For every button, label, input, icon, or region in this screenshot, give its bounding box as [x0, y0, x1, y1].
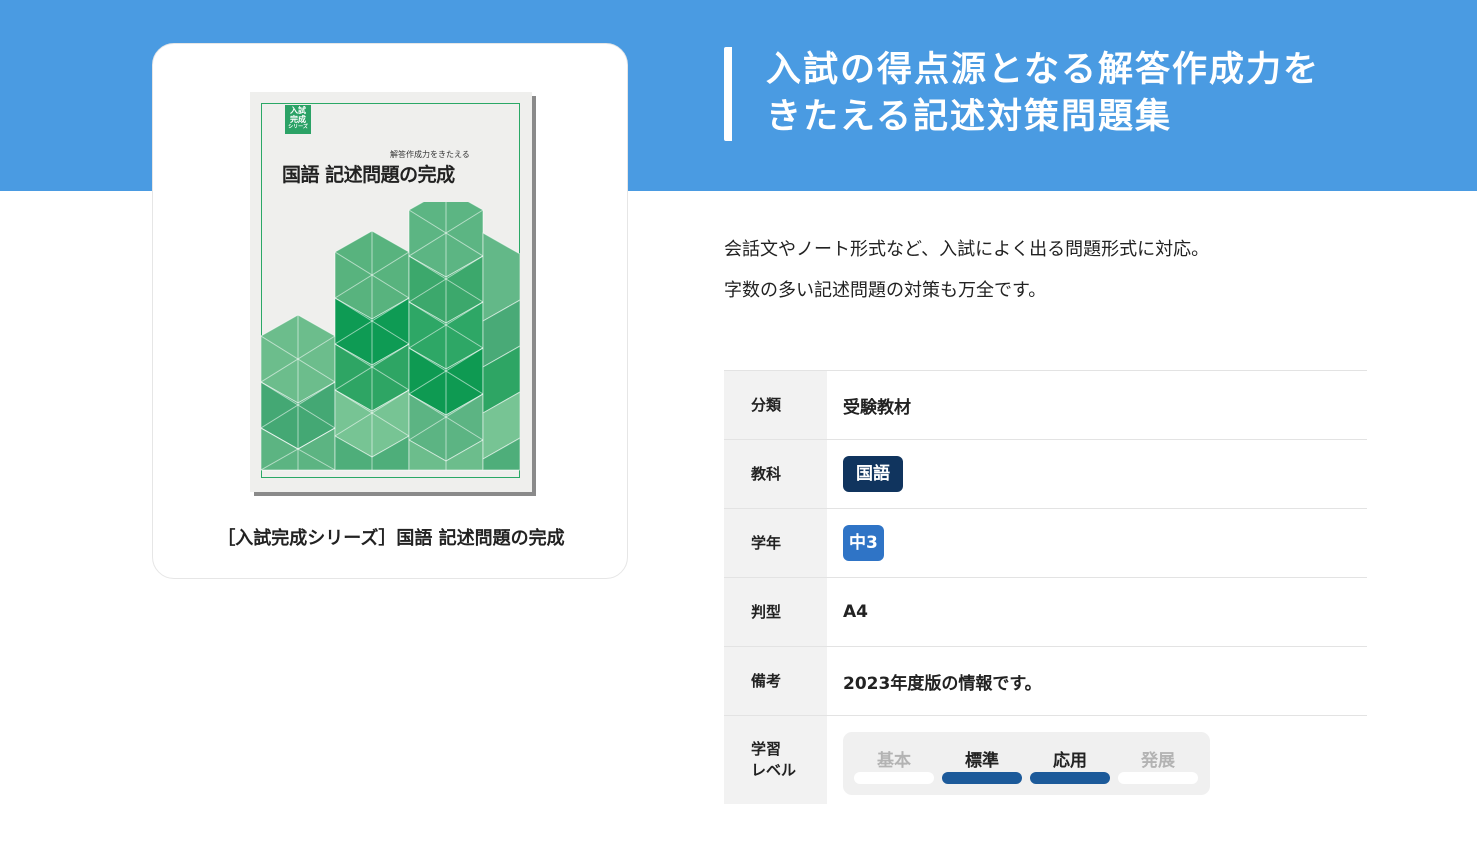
spec-value-subject: 国語	[827, 440, 1367, 508]
series-badge-line1: 入試	[290, 106, 306, 115]
spec-row-category: 分類 受験教材	[724, 371, 1367, 440]
page-headline: 入試の得点源となる解答作成力を きたえる記述対策問題集	[724, 47, 1320, 141]
level-label: 基本	[877, 751, 911, 771]
headline-line2: きたえる記述対策問題集	[766, 97, 1172, 137]
level-advanced: 発展	[1118, 732, 1198, 795]
level-indicator: 基本 標準 応用 発展	[843, 732, 1210, 795]
spec-value-category: 受験教材	[843, 397, 911, 418]
level-applied: 応用	[1030, 732, 1110, 795]
level-bar	[942, 772, 1022, 784]
spec-key-grade: 学年	[724, 509, 827, 577]
series-badge: 入試 完成 シリーズ	[285, 105, 311, 134]
spec-row-note: 備考 2023年度版の情報です。	[724, 647, 1367, 716]
spec-row-size: 判型 A4	[724, 578, 1367, 647]
spec-key-subject: 教科	[724, 440, 827, 508]
level-bar	[1118, 772, 1198, 784]
description-line2: 字数の多い記述問題の対策も万全です。	[724, 280, 1047, 301]
spec-key-category: 分類	[724, 371, 827, 439]
level-bar	[1030, 772, 1110, 784]
spec-key-size: 判型	[724, 578, 827, 646]
grade-chip: 中3	[843, 525, 884, 561]
level-standard: 標準	[942, 732, 1022, 795]
spec-value-size: A4	[843, 602, 868, 622]
description-line1: 会話文やノート形式など、入試によく出る問題形式に対応。	[724, 239, 1210, 260]
headline-line1: 入試の得点源となる解答作成力を	[766, 50, 1320, 90]
product-description: 会話文やノート形式など、入試によく出る問題形式に対応。 字数の多い記述問題の対策…	[724, 229, 1209, 311]
book-caption[interactable]: ［入試完成シリーズ］国語 記述問題の完成	[153, 524, 629, 550]
level-bar	[854, 772, 934, 784]
spec-table: 分類 受験教材 教科 国語 学年 中3 判型 A4 備考 2023年度版の情報で…	[724, 370, 1367, 804]
spec-value-note: 2023年度版の情報です。	[843, 673, 1042, 694]
cover-title: 国語 記述問題の完成	[282, 164, 455, 186]
level-label: 標準	[965, 751, 999, 771]
series-badge-small: シリーズ	[288, 124, 308, 130]
cover-subtitle: 解答作成力をきたえる	[390, 150, 470, 159]
cover-hexagon-pattern	[261, 202, 520, 471]
spec-row-grade: 学年 中3	[724, 509, 1367, 578]
level-label-line1: 学習	[751, 740, 782, 758]
spec-key-level: 学習 レベル	[724, 716, 827, 804]
level-basic: 基本	[854, 732, 934, 795]
book-cover-image[interactable]: 入試 完成 シリーズ 解答作成力をきたえる 国語 記述問題の完成	[250, 92, 532, 492]
spec-value-grade: 中3	[827, 509, 1367, 577]
spec-row-subject: 教科 国語	[724, 440, 1367, 509]
book-card[interactable]: 入試 完成 シリーズ 解答作成力をきたえる 国語 記述問題の完成 ［入試完成シリ…	[152, 43, 628, 579]
subject-chip: 国語	[843, 456, 903, 492]
spec-key-note: 備考	[724, 647, 827, 715]
level-label-line2: レベル	[751, 761, 797, 779]
spec-row-level: 学習 レベル 基本 標準 応用 発展	[724, 716, 1367, 804]
spec-value-level: 基本 標準 応用 発展	[827, 716, 1367, 804]
series-badge-line2: 完成	[290, 115, 306, 124]
level-label: 発展	[1141, 751, 1175, 771]
level-label: 応用	[1053, 751, 1087, 771]
